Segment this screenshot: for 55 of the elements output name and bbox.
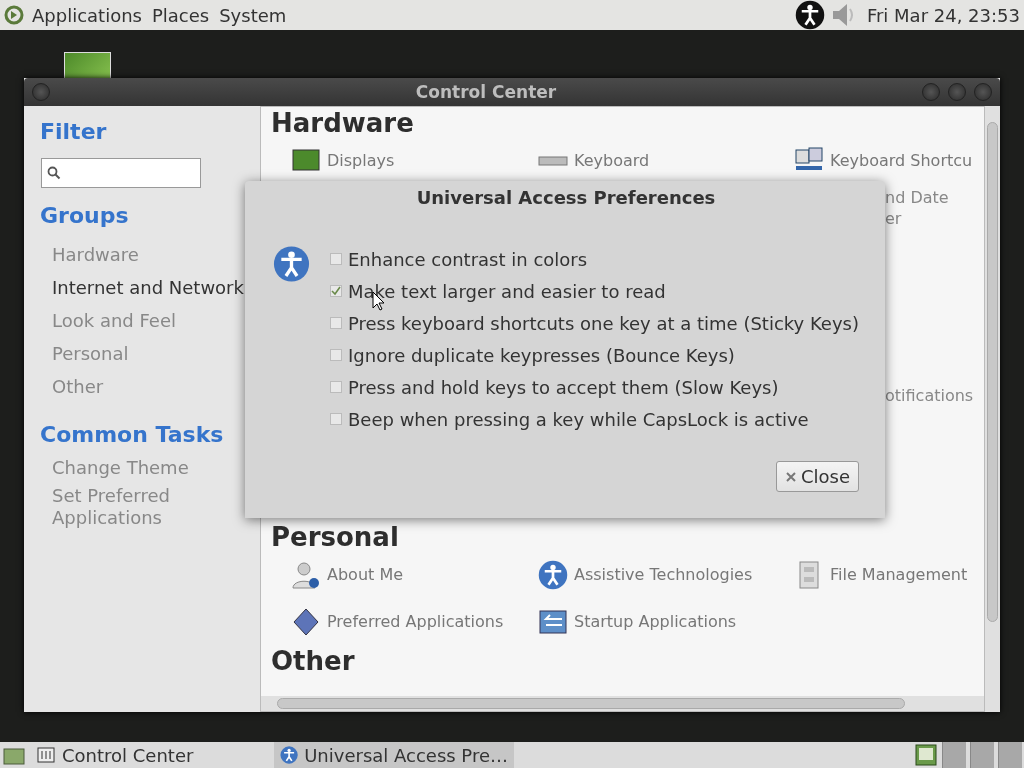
dialog-title: Universal Access Preferences [415,186,717,210]
option-checkbox[interactable]: Ignore duplicate keypresses (Bounce Keys) [330,339,859,371]
panel-menu[interactable]: Applications [30,4,144,26]
workspace-switcher[interactable] [970,742,994,768]
settings-item[interactable]: Keyboard [538,137,794,184]
section-heading: Other [271,647,356,675]
window-menu-button[interactable] [32,83,50,101]
window-title: Control Center [414,82,558,102]
minimize-button[interactable] [922,83,940,101]
close-button[interactable] [974,83,992,101]
filter-heading: Filter [40,117,108,146]
monitor-icon[interactable] [914,743,938,767]
workspace-switcher[interactable] [998,742,1022,768]
accessibility-icon [538,559,568,590]
section-heading: Hardware [271,109,415,137]
accessibility-icon [273,243,310,285]
option-checkbox[interactable]: Make text larger and easier to read [330,275,859,307]
settings-item[interactable]: Preferred Applications [291,598,538,645]
keyboard-icon [538,155,568,166]
option-checkbox[interactable]: Press keyboard shortcuts one key at a time (Sticky Keys) [330,307,859,339]
close-dialog-button[interactable]: Close [775,461,859,492]
option-checkbox[interactable]: Beep when pressing a key while CapsLock is active [330,403,859,435]
settings-icon [36,745,56,765]
search-field[interactable] [41,158,201,188]
settings-item[interactable]: Startup Applications [538,598,794,645]
logo-icon[interactable] [4,5,24,25]
person-icon [291,559,321,590]
tasks-heading: Common Tasks [40,420,225,449]
task-link[interactable]: Set Preferred Applications [40,485,240,529]
check-icon [331,286,341,296]
maximize-button[interactable] [948,83,966,101]
section-heading: Personal [271,523,400,551]
settings-item[interactable]: Keyboard Shortcu [794,137,984,184]
workspace-switcher[interactable] [942,742,966,768]
option-checkbox[interactable]: Enhance contrast in colors [330,243,859,275]
panel-menu[interactable]: Places [149,4,212,26]
speaker-icon[interactable] [830,1,855,29]
clock[interactable]: Fri Mar 24, 23:53 [866,4,1020,26]
settings-item[interactable]: File Management [794,551,984,598]
option-checkbox[interactable]: Press and hold keys to accept them (Slow Keys) [330,371,859,403]
settings-item[interactable]: About Me [291,551,538,598]
settings-item[interactable]: Assistive Technologies [538,551,794,598]
diamond-icon [291,606,321,637]
taskbar-button[interactable]: Universal Access Pre… [274,742,514,768]
vertical-scrollbar[interactable] [985,106,1000,712]
close-icon [784,470,797,483]
settings-item[interactable]: Displays [291,137,538,184]
task-link[interactable]: Change Theme [40,457,240,479]
panel-menu[interactable]: System [217,4,289,26]
accessibility-icon [794,0,825,30]
taskbar-button[interactable]: Control Center [30,742,270,768]
groups-heading: Groups [40,201,130,230]
horizontal-scrollbar[interactable] [261,696,984,711]
accessibility-icon [280,745,299,765]
search-icon [47,166,61,180]
